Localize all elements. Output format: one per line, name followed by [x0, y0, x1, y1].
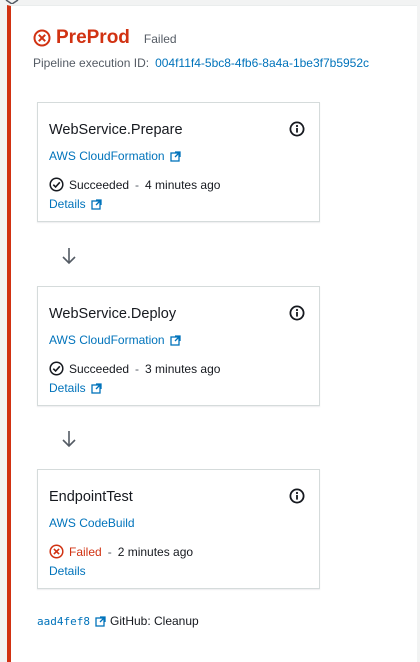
action-time: 2 minutes ago	[117, 544, 194, 559]
action-status: Failed	[69, 544, 102, 559]
action-status: Succeeded	[69, 361, 130, 376]
stage-name: PreProd	[56, 27, 130, 48]
check-circle-icon	[49, 177, 64, 192]
collapse-caret-icon	[5, 0, 19, 4]
info-icon[interactable]	[289, 305, 305, 321]
check-circle-icon	[49, 361, 64, 376]
external-link-icon[interactable]	[95, 615, 106, 627]
action-status-row: Succeeded - 4 minutes ago	[49, 177, 220, 192]
info-icon[interactable]	[289, 121, 305, 137]
stage-failed-icon	[33, 29, 51, 47]
action-details-link[interactable]: Details	[49, 197, 102, 211]
stage-header: PreProd Failed Pipeline execution ID: 004…	[33, 24, 369, 70]
action-status: Succeeded	[69, 177, 130, 192]
provider-label: AWS CodeBuild	[49, 516, 135, 530]
info-icon[interactable]	[289, 488, 305, 504]
down-arrow-icon	[62, 431, 76, 448]
x-circle-icon	[49, 544, 64, 559]
action-time: 4 minutes ago	[145, 177, 221, 192]
details-label: Details	[49, 564, 86, 578]
action-card-webservice-deploy: WebService.Deploy AWS CloudFormation Suc…	[37, 286, 320, 406]
action-provider-link[interactable]: AWS CloudFormation	[49, 149, 181, 163]
external-link-icon	[169, 150, 181, 162]
action-status-row: Succeeded - 3 minutes ago	[49, 361, 220, 376]
details-label: Details	[49, 197, 86, 211]
status-separator: -	[135, 177, 140, 192]
commit-link[interactable]: aad4fef8	[37, 615, 90, 628]
status-separator: -	[135, 361, 140, 376]
execution-id-link[interactable]: 004f11f4-5bc8-4fb6-8a4a-1be3f7b5952c	[155, 56, 369, 70]
details-label: Details	[49, 381, 86, 395]
external-link-icon	[169, 334, 181, 346]
action-provider-link[interactable]: AWS CodeBuild	[49, 516, 135, 530]
commit-message: GitHub: Cleanup	[109, 614, 199, 628]
external-link-icon	[91, 198, 102, 210]
action-name: WebService.Deploy	[49, 306, 177, 322]
action-card-webservice-prepare: WebService.Prepare AWS CloudFormation Su…	[37, 102, 320, 222]
action-details-link[interactable]: Details	[49, 381, 102, 395]
stage-preprod: PreProd Failed Pipeline execution ID: 004…	[7, 5, 417, 662]
provider-label: AWS CloudFormation	[49, 333, 165, 347]
action-provider-link[interactable]: AWS CloudFormation	[49, 333, 181, 347]
action-time: 3 minutes ago	[145, 361, 221, 376]
provider-label: AWS CloudFormation	[49, 149, 165, 163]
action-status-row: Failed - 2 minutes ago	[49, 544, 193, 559]
execution-id-label: Pipeline execution ID:	[33, 56, 150, 70]
action-name: EndpointTest	[49, 489, 133, 505]
action-name: WebService.Prepare	[49, 122, 183, 138]
status-separator: -	[107, 544, 112, 559]
down-arrow-icon	[62, 248, 76, 265]
action-card-endpointtest: EndpointTest AWS CodeBuild Failed - 2 mi…	[37, 469, 320, 589]
stage-status: Failed	[143, 32, 177, 46]
external-link-icon	[91, 382, 102, 394]
action-details-link[interactable]: Details	[49, 564, 86, 578]
source-revision: aad4fef8 GitHub: Cleanup	[37, 614, 199, 628]
execution-id-row: Pipeline execution ID: 004f11f4-5bc8-4fb6…	[33, 56, 369, 70]
